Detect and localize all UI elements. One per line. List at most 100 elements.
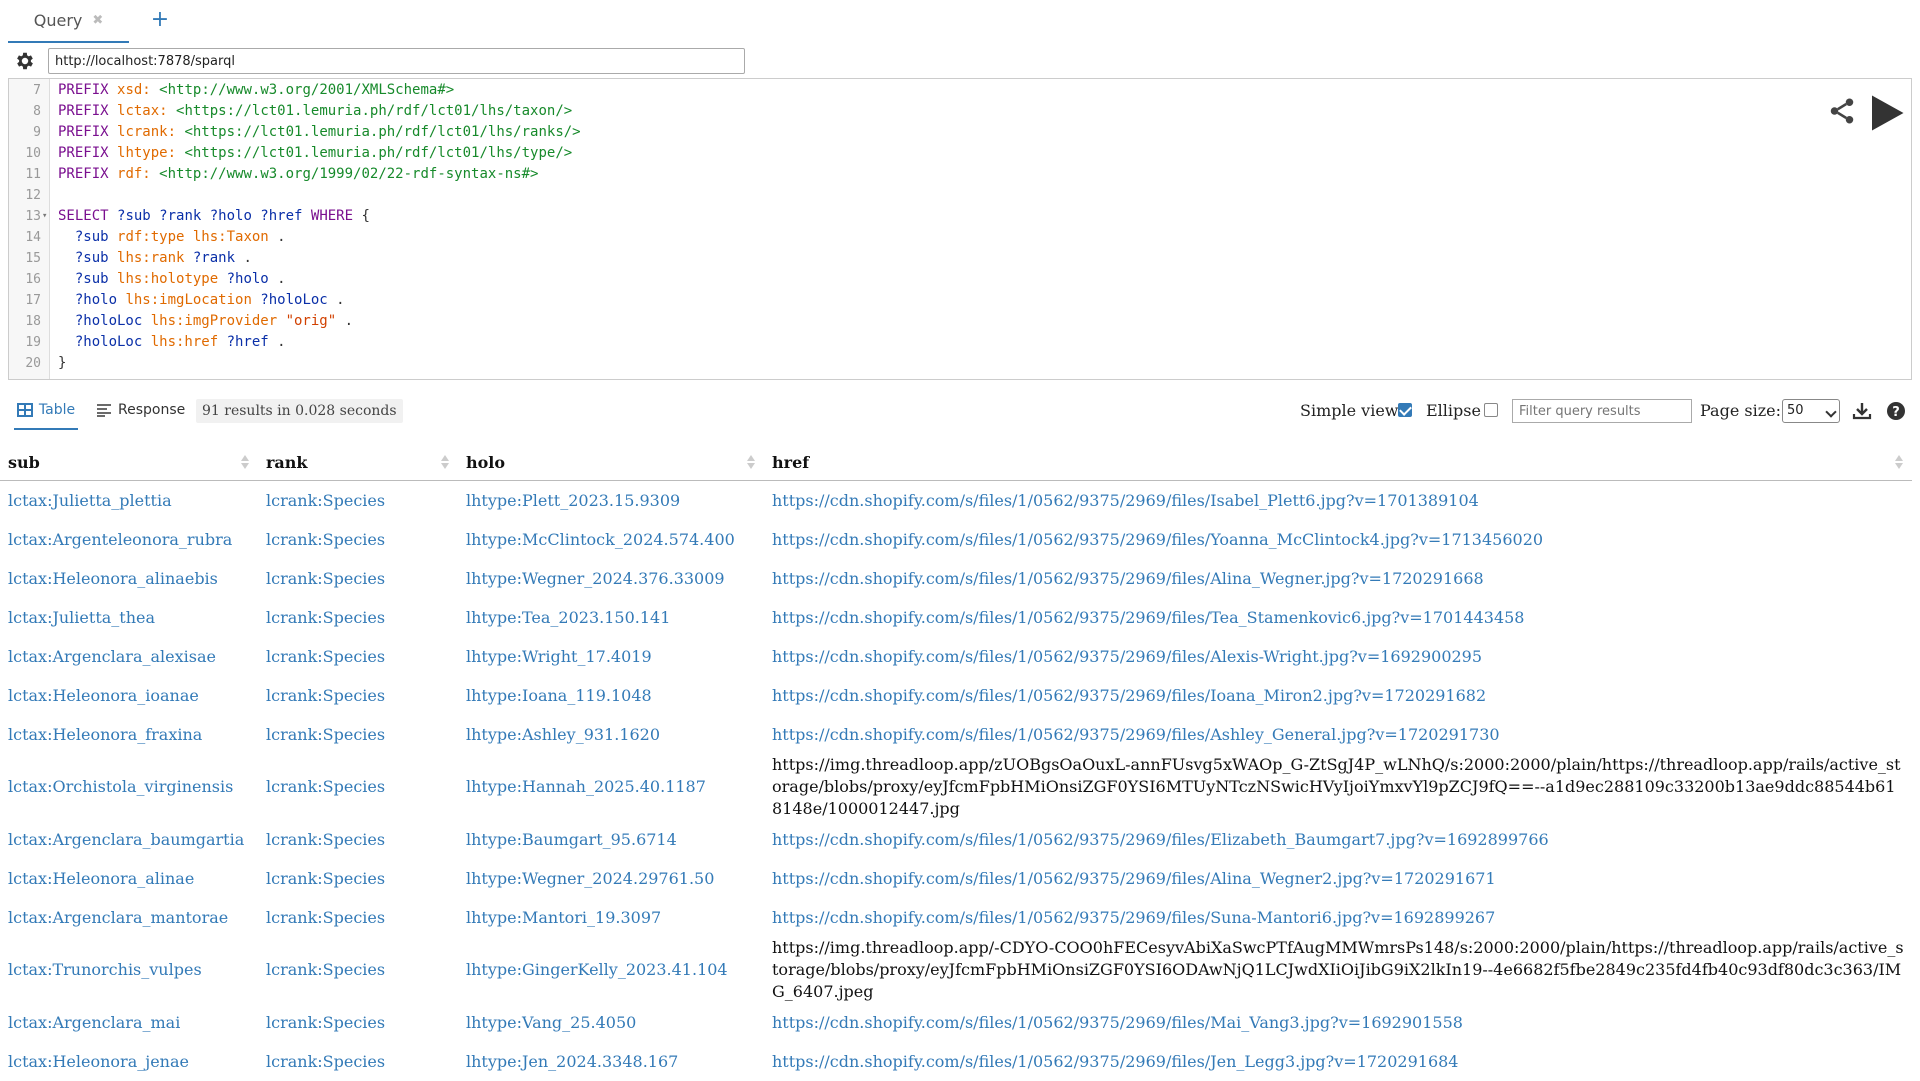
- href-link[interactable]: https://cdn.shopify.com/s/files/1/0562/9…: [772, 725, 1500, 744]
- code-text: ?sub rdf:type lhs:Taxon .: [58, 227, 286, 248]
- simple-view-checkbox[interactable]: [1398, 403, 1412, 417]
- sub-link[interactable]: lctax:Julietta_plettia: [8, 491, 172, 510]
- code-token: [58, 313, 75, 329]
- query-editor[interactable]: 7PREFIX xsd: <http://www.w3.org/2001/XML…: [8, 78, 1912, 380]
- rank-link[interactable]: lcrank:Species: [266, 1013, 385, 1032]
- code-text: PREFIX rdf: <http://www.w3.org/1999/02/2…: [58, 164, 538, 185]
- rank-link[interactable]: lcrank:Species: [266, 686, 385, 705]
- rank-link[interactable]: lcrank:Species: [266, 530, 385, 549]
- sub-link[interactable]: lctax:Argenclara_mai: [8, 1013, 180, 1032]
- rank-link[interactable]: lcrank:Species: [266, 491, 385, 510]
- column-header-holo[interactable]: holo: [458, 444, 764, 481]
- results-table: subrankholohref lctax:Julietta_plettialc…: [0, 444, 1912, 1081]
- href-link[interactable]: https://cdn.shopify.com/s/files/1/0562/9…: [772, 869, 1496, 888]
- table-row: lctax:Argenclara_mantorae lcrank:Species l…: [0, 898, 1912, 937]
- sub-link[interactable]: lctax:Argenclara_alexisae: [8, 647, 216, 666]
- href-link[interactable]: https://cdn.shopify.com/s/files/1/0562/9…: [772, 491, 1479, 510]
- endpoint-input[interactable]: [48, 48, 745, 74]
- column-header-href[interactable]: href: [764, 444, 1912, 481]
- page-size-select[interactable]: 50: [1782, 399, 1840, 423]
- rank-link[interactable]: lcrank:Species: [266, 908, 385, 927]
- href-link[interactable]: https://cdn.shopify.com/s/files/1/0562/9…: [772, 569, 1484, 588]
- cell-href: https://cdn.shopify.com/s/files/1/0562/9…: [764, 1003, 1912, 1042]
- download-icon[interactable]: [1852, 401, 1872, 421]
- holo-link[interactable]: lhtype:McClintock_2024.574.400: [466, 530, 735, 549]
- sub-link[interactable]: lctax:Heleonora_alinaebis: [8, 569, 218, 588]
- href-link[interactable]: https://cdn.shopify.com/s/files/1/0562/9…: [772, 830, 1549, 849]
- rank-link[interactable]: lcrank:Species: [266, 569, 385, 588]
- gear-icon[interactable]: [14, 50, 36, 72]
- holo-link[interactable]: lhtype:Wright_17.4019: [466, 647, 652, 666]
- rank-link[interactable]: lcrank:Species: [266, 777, 385, 796]
- href-link[interactable]: https://cdn.shopify.com/s/files/1/0562/9…: [772, 1052, 1458, 1071]
- page-size-label: Page size:: [1700, 399, 1781, 423]
- add-tab-button[interactable]: +: [147, 8, 173, 34]
- sub-link[interactable]: lctax:Julietta_thea: [8, 608, 155, 627]
- holo-link[interactable]: lhtype:Ashley_931.1620: [466, 725, 660, 744]
- rank-link[interactable]: lcrank:Species: [266, 869, 385, 888]
- href-link[interactable]: https://cdn.shopify.com/s/files/1/0562/9…: [772, 530, 1543, 549]
- holo-link[interactable]: lhtype:Vang_25.4050: [466, 1013, 636, 1032]
- sub-link[interactable]: lctax:Heleonora_jenae: [8, 1052, 189, 1071]
- line-number: 17: [9, 290, 41, 311]
- column-header-label: href: [772, 453, 809, 472]
- close-icon[interactable]: ✖: [92, 13, 103, 28]
- holo-link[interactable]: lhtype:Mantori_19.3097: [466, 908, 661, 927]
- sub-link[interactable]: lctax:Heleonora_fraxina: [8, 725, 202, 744]
- rank-link[interactable]: lcrank:Species: [266, 608, 385, 627]
- rank-link[interactable]: lcrank:Species: [266, 1052, 385, 1071]
- href-link[interactable]: https://cdn.shopify.com/s/files/1/0562/9…: [772, 608, 1524, 627]
- line-number: 11: [9, 164, 41, 185]
- holo-link[interactable]: lhtype:Ioana_119.1048: [466, 686, 652, 705]
- sub-link[interactable]: lctax:Argenclara_mantorae: [8, 908, 228, 927]
- rank-link[interactable]: lcrank:Species: [266, 960, 385, 979]
- tab-response[interactable]: Response: [96, 392, 185, 428]
- sort-icon[interactable]: [440, 454, 450, 470]
- sub-link[interactable]: lctax:Argenclara_baumgartia: [8, 830, 244, 849]
- href-link[interactable]: https://cdn.shopify.com/s/files/1/0562/9…: [772, 1013, 1463, 1032]
- href-link[interactable]: https://cdn.shopify.com/s/files/1/0562/9…: [772, 647, 1482, 666]
- filter-input[interactable]: [1512, 399, 1692, 423]
- sort-icon[interactable]: [746, 454, 756, 470]
- holo-link[interactable]: lhtype:Wegner_2024.376.33009: [466, 569, 725, 588]
- ellipse-checkbox[interactable]: [1484, 403, 1498, 417]
- column-header-rank[interactable]: rank: [258, 444, 458, 481]
- code-text: ?holo lhs:imgLocation ?holoLoc .: [58, 290, 345, 311]
- sub-link[interactable]: lctax:Orchistola_virginensis: [8, 777, 233, 796]
- code-token: ?holoLoc: [75, 334, 151, 350]
- code-token: [58, 292, 75, 308]
- fold-icon[interactable]: ▾: [42, 206, 47, 227]
- href-link[interactable]: https://cdn.shopify.com/s/files/1/0562/9…: [772, 908, 1495, 927]
- holo-link[interactable]: lhtype:Jen_2024.3348.167: [466, 1052, 678, 1071]
- sort-icon[interactable]: [1894, 454, 1904, 470]
- code-token: PREFIX: [58, 145, 117, 161]
- sub-link[interactable]: lctax:Argenteleonora_rubra: [8, 530, 232, 549]
- sub-link[interactable]: lctax:Trunorchis_vulpes: [8, 960, 202, 979]
- tab-table[interactable]: Table: [14, 392, 78, 430]
- table-row: lctax:Julietta_plettia lcrank:Species lhty…: [0, 481, 1912, 521]
- rank-link[interactable]: lcrank:Species: [266, 647, 385, 666]
- holo-link[interactable]: lhtype:Tea_2023.150.141: [466, 608, 670, 627]
- cell-sub: lctax:Argenclara_mai: [0, 1003, 258, 1042]
- code-line: 9PREFIX lcrank: <https://lct01.lemuria.p…: [9, 122, 1911, 143]
- holo-link[interactable]: lhtype:Hannah_2025.40.1187: [466, 777, 706, 796]
- holo-link[interactable]: lhtype:Plett_2023.15.9309: [466, 491, 680, 510]
- column-header-sub[interactable]: sub: [0, 444, 258, 481]
- cell-rank: lcrank:Species: [258, 1042, 458, 1081]
- rank-link[interactable]: lcrank:Species: [266, 830, 385, 849]
- holo-link[interactable]: lhtype:GingerKelly_2023.41.104: [466, 960, 728, 979]
- line-number: 12: [9, 185, 41, 206]
- play-icon[interactable]: [1865, 91, 1907, 135]
- holo-link[interactable]: lhtype:Baumgart_95.6714: [466, 830, 677, 849]
- rank-link[interactable]: lcrank:Species: [266, 725, 385, 744]
- href-link[interactable]: https://cdn.shopify.com/s/files/1/0562/9…: [772, 686, 1486, 705]
- help-icon[interactable]: ?: [1886, 401, 1906, 421]
- sub-link[interactable]: lctax:Heleonora_alinae: [8, 869, 194, 888]
- share-icon[interactable]: [1827, 95, 1857, 127]
- code-token: .: [345, 313, 353, 329]
- code-token: {: [361, 208, 369, 224]
- holo-link[interactable]: lhtype:Wegner_2024.29761.50: [466, 869, 714, 888]
- sub-link[interactable]: lctax:Heleonora_ioanae: [8, 686, 199, 705]
- tab-query[interactable]: Query ✖: [8, 0, 129, 43]
- sort-icon[interactable]: [240, 454, 250, 470]
